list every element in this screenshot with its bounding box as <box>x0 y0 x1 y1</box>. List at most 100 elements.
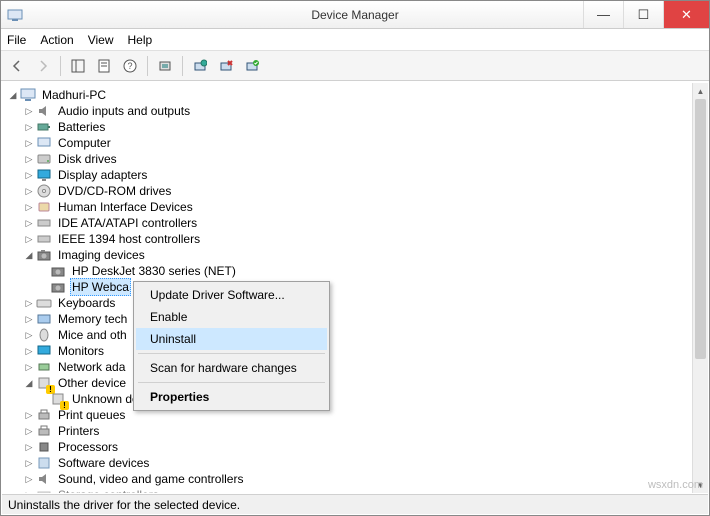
expand-icon[interactable]: ▷ <box>22 424 36 438</box>
context-menu-uninstall[interactable]: Uninstall <box>136 328 327 350</box>
tree-node-network[interactable]: ▷ Network ada <box>6 359 691 375</box>
expand-icon[interactable]: ▷ <box>22 168 36 182</box>
expand-icon[interactable]: ▷ <box>22 104 36 118</box>
tree-node-label: Processors <box>56 439 120 455</box>
tree-node-keyboards[interactable]: ▷ Keyboards <box>6 295 691 311</box>
computer-icon <box>20 87 36 103</box>
context-menu-properties[interactable]: Properties <box>136 386 327 408</box>
menu-help[interactable]: Help <box>128 33 153 47</box>
expand-icon[interactable]: ▷ <box>22 312 36 326</box>
expand-icon[interactable]: ▷ <box>22 152 36 166</box>
tree-node-monitors[interactable]: ▷ Monitors <box>6 343 691 359</box>
ide-icon <box>36 215 52 231</box>
expand-icon[interactable]: ▷ <box>22 488 36 493</box>
scrollbar-up-arrow[interactable]: ▲ <box>693 83 708 99</box>
tree-node-label: Memory tech <box>56 311 129 327</box>
expand-icon[interactable]: ▷ <box>22 232 36 246</box>
disk-icon <box>36 151 52 167</box>
collapse-icon[interactable]: ◢ <box>22 376 36 390</box>
tree-node-printqueues[interactable]: ▷ Print queues <box>6 407 691 423</box>
tree-node-label: Mice and oth <box>56 327 129 343</box>
enable-button[interactable] <box>240 54 264 78</box>
expand-icon[interactable]: ▷ <box>22 344 36 358</box>
expand-icon[interactable]: ▷ <box>22 440 36 454</box>
tree-node-computer[interactable]: ▷ Computer <box>6 135 691 151</box>
tree-node-imaging-child-selected[interactable]: HP Webca <box>6 279 691 295</box>
tree-node-sound[interactable]: ▷ Sound, video and game controllers <box>6 471 691 487</box>
properties-button[interactable] <box>92 54 116 78</box>
tree-node-memory[interactable]: ▷ Memory tech <box>6 311 691 327</box>
expand-icon[interactable]: ▷ <box>22 456 36 470</box>
collapse-icon[interactable]: ◢ <box>6 88 20 102</box>
tree-node-hid[interactable]: ▷ Human Interface Devices <box>6 199 691 215</box>
collapse-icon[interactable]: ◢ <box>22 248 36 262</box>
expand-icon[interactable]: ▷ <box>22 120 36 134</box>
expand-icon[interactable]: ▷ <box>22 216 36 230</box>
tree-node-other[interactable]: ◢ Other device <box>6 375 691 391</box>
expand-icon[interactable]: ▷ <box>22 184 36 198</box>
keyboard-icon <box>36 295 52 311</box>
tree-node-label: Network ada <box>56 359 127 375</box>
device-tree-panel: ◢ Madhuri-PC ▷ Audio inputs and outputs … <box>2 83 691 493</box>
tree-node-imaging-child[interactable]: HP DeskJet 3830 series (NET) <box>6 263 691 279</box>
pc-icon <box>36 135 52 151</box>
camera-icon <box>50 263 66 279</box>
uninstall-button[interactable] <box>214 54 238 78</box>
display-icon <box>36 167 52 183</box>
show-hide-tree-button[interactable] <box>66 54 90 78</box>
update-driver-button[interactable] <box>153 54 177 78</box>
status-bar: Uninstalls the driver for the selected d… <box>2 494 708 514</box>
tree-node-label: Madhuri-PC <box>40 87 108 103</box>
expand-icon[interactable]: ▷ <box>22 136 36 150</box>
context-menu-update-driver[interactable]: Update Driver Software... <box>136 284 327 306</box>
tree-node-unknown[interactable]: Unknown device <box>6 391 691 407</box>
printer-icon <box>36 423 52 439</box>
device-tree[interactable]: ◢ Madhuri-PC ▷ Audio inputs and outputs … <box>2 83 691 493</box>
menu-view[interactable]: View <box>88 33 114 47</box>
vertical-scrollbar[interactable]: ▲ ▼ <box>692 83 708 493</box>
help-button[interactable]: ? <box>118 54 142 78</box>
tree-node-mice[interactable]: ▷ Mice and oth <box>6 327 691 343</box>
menu-bar: File Action View Help <box>1 29 709 51</box>
tree-node-processors[interactable]: ▷ Processors <box>6 439 691 455</box>
expand-icon[interactable]: ▷ <box>22 296 36 310</box>
storage-icon <box>36 487 52 493</box>
tree-node-ide[interactable]: ▷ IDE ATA/ATAPI controllers <box>6 215 691 231</box>
tree-node-printers[interactable]: ▷ Printers <box>6 423 691 439</box>
scan-hardware-button[interactable] <box>188 54 212 78</box>
expand-icon[interactable]: ▷ <box>22 360 36 374</box>
context-menu-enable[interactable]: Enable <box>136 306 327 328</box>
printer-icon <box>36 407 52 423</box>
context-menu-separator <box>138 353 325 354</box>
tree-node-label: Sound, video and game controllers <box>56 471 245 487</box>
expand-icon[interactable]: ▷ <box>22 200 36 214</box>
expand-icon[interactable]: ▷ <box>22 328 36 342</box>
back-button[interactable] <box>5 54 29 78</box>
tree-node-batteries[interactable]: ▷ Batteries <box>6 119 691 135</box>
menu-file[interactable]: File <box>7 33 26 47</box>
tree-node-display[interactable]: ▷ Display adapters <box>6 167 691 183</box>
tree-node-storage[interactable]: ▷ Storage controllers <box>6 487 691 493</box>
forward-button[interactable] <box>31 54 55 78</box>
mouse-icon <box>36 327 52 343</box>
window-title: Device Manager <box>1 8 709 22</box>
tree-node-label: Imaging devices <box>56 247 147 263</box>
tree-root[interactable]: ◢ Madhuri-PC <box>6 87 691 103</box>
tree-node-audio[interactable]: ▷ Audio inputs and outputs <box>6 103 691 119</box>
tree-node-label: Storage controllers <box>56 487 161 493</box>
expand-icon[interactable]: ▷ <box>22 408 36 422</box>
context-menu-scan[interactable]: Scan for hardware changes <box>136 357 327 379</box>
menu-action[interactable]: Action <box>40 33 73 47</box>
tree-node-label: Software devices <box>56 455 151 471</box>
tree-node-ieee[interactable]: ▷ IEEE 1394 host controllers <box>6 231 691 247</box>
expand-icon[interactable]: ▷ <box>22 472 36 486</box>
scrollbar-thumb[interactable] <box>695 99 706 359</box>
tree-node-dvd[interactable]: ▷ DVD/CD-ROM drives <box>6 183 691 199</box>
tree-node-imaging[interactable]: ◢ Imaging devices <box>6 247 691 263</box>
software-icon <box>36 455 52 471</box>
ieee-icon <box>36 231 52 247</box>
tree-node-label: Printers <box>56 423 101 439</box>
hid-icon <box>36 199 52 215</box>
tree-node-disk[interactable]: ▷ Disk drives <box>6 151 691 167</box>
tree-node-software[interactable]: ▷ Software devices <box>6 455 691 471</box>
